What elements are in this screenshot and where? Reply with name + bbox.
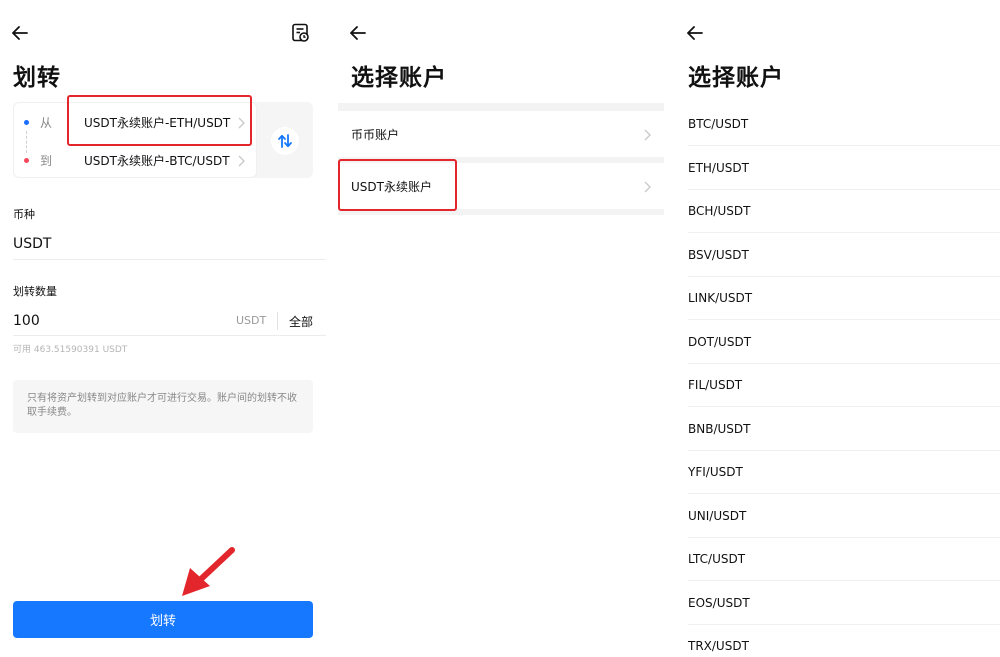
select-account-panel: 选择账户 币币账户 USDT永续账户 bbox=[338, 0, 664, 657]
account-option-spot[interactable]: 币币账户 bbox=[338, 111, 664, 157]
amount-unit: USDT bbox=[236, 314, 267, 327]
account-option-usdt-perpetual[interactable]: USDT永续账户 bbox=[338, 163, 664, 209]
transfer-direction-card: 从 USDT永续账户-ETH/USDT 到 USDT永续账户-BTC/USDT bbox=[13, 102, 313, 178]
from-label: 从 bbox=[40, 115, 53, 130]
pair-option[interactable]: BTC/USDT bbox=[688, 103, 1000, 146]
chevron-right-icon bbox=[236, 153, 246, 167]
section-spacer bbox=[338, 209, 664, 215]
currency-select[interactable]: USDT bbox=[13, 236, 51, 252]
pair-option-label: BTC/USDT bbox=[688, 117, 749, 131]
pair-option[interactable]: FIL/USDT bbox=[688, 364, 1000, 407]
pair-option-label: LTC/USDT bbox=[688, 552, 746, 566]
transfer-record-icon[interactable] bbox=[290, 22, 312, 44]
divider bbox=[277, 312, 278, 330]
from-dot-icon bbox=[24, 120, 29, 125]
pair-option[interactable]: LTC/USDT bbox=[688, 538, 1000, 581]
pair-option[interactable]: TRX/USDT bbox=[688, 625, 1000, 657]
amount-input[interactable]: 100 bbox=[13, 313, 40, 329]
account-selector-group: 从 USDT永续账户-ETH/USDT 到 USDT永续账户-BTC/USDT bbox=[13, 102, 257, 178]
pair-option[interactable]: BNB/USDT bbox=[688, 408, 1000, 451]
swap-accounts-button[interactable] bbox=[271, 127, 299, 155]
pair-option-label: BNB/USDT bbox=[688, 421, 751, 436]
pair-option[interactable]: UNI/USDT bbox=[688, 495, 1000, 538]
section-spacer bbox=[338, 103, 664, 111]
pair-option-label: TRX/USDT bbox=[688, 639, 749, 653]
select-pair-panel: 选择账户 BTC/USDT ETH/USDT BCH/USDT BSV/USDT LIN… bbox=[676, 0, 1000, 657]
pair-option[interactable]: LINK/USDT bbox=[688, 277, 1000, 320]
amount-label: 划转数量 bbox=[13, 285, 57, 298]
back-arrow-icon[interactable] bbox=[9, 22, 31, 44]
pair-option-label: YFI/USDT bbox=[688, 465, 743, 479]
account-option-label: USDT永续账户 bbox=[351, 179, 432, 194]
pair-option[interactable]: DOT/USDT bbox=[688, 321, 1000, 364]
divider bbox=[13, 259, 326, 260]
swap-arrows-icon bbox=[278, 134, 292, 148]
red-pointer-arrow-icon bbox=[182, 547, 235, 596]
chevron-right-icon bbox=[642, 127, 652, 141]
pair-option[interactable]: ETH/USDT bbox=[688, 147, 1000, 190]
pair-option-label: BSV/USDT bbox=[688, 247, 749, 262]
from-account-selector[interactable]: 从 USDT永续账户-ETH/USDT bbox=[14, 103, 258, 141]
back-arrow-icon[interactable] bbox=[347, 22, 369, 44]
divider bbox=[13, 335, 326, 336]
to-label: 到 bbox=[40, 153, 53, 168]
pair-option-label: EOS/USDT bbox=[688, 595, 750, 610]
to-account-selector[interactable]: 到 USDT永续账户-BTC/USDT bbox=[14, 141, 258, 179]
pair-option[interactable]: BSV/USDT bbox=[688, 234, 1000, 277]
pair-option[interactable]: YFI/USDT bbox=[688, 451, 1000, 494]
chevron-right-icon bbox=[642, 179, 652, 193]
transfer-panel: 划转 从 USDT永续账户-ETH/USDT 到 USDT永续账户-BTC/US… bbox=[0, 0, 326, 657]
pair-option[interactable]: EOS/USDT bbox=[688, 582, 1000, 625]
pair-option-label: DOT/USDT bbox=[688, 334, 752, 349]
pair-option-label: ETH/USDT bbox=[688, 160, 749, 175]
chevron-right-icon bbox=[236, 115, 246, 129]
to-account-value: USDT永续账户-BTC/USDT bbox=[84, 153, 230, 168]
currency-label: 币种 bbox=[13, 208, 35, 221]
pair-option-label: BCH/USDT bbox=[688, 204, 751, 218]
from-account-value: USDT永续账户-ETH/USDT bbox=[84, 115, 231, 130]
transfer-notice: 只有将资产划转到对应账户才可进行交易。账户间的划转不收取手续费。 bbox=[13, 380, 313, 433]
back-arrow-icon[interactable] bbox=[684, 22, 706, 44]
transfer-submit-button[interactable]: 划转 bbox=[13, 601, 313, 638]
available-balance: 可用 463.51590391 USDT bbox=[13, 345, 128, 355]
account-option-label: 币币账户 bbox=[351, 127, 400, 142]
pair-option[interactable]: BCH/USDT bbox=[688, 190, 1000, 233]
page-title: 划转 bbox=[13, 65, 61, 91]
pair-option-label: FIL/USDT bbox=[688, 378, 743, 392]
pair-option-label: UNI/USDT bbox=[688, 508, 747, 523]
page-title: 选择账户 bbox=[688, 65, 784, 91]
to-dot-icon bbox=[24, 158, 29, 163]
max-all-button[interactable]: 全部 bbox=[289, 313, 313, 330]
page-title: 选择账户 bbox=[351, 65, 447, 91]
pair-option-label: LINK/USDT bbox=[688, 291, 753, 305]
